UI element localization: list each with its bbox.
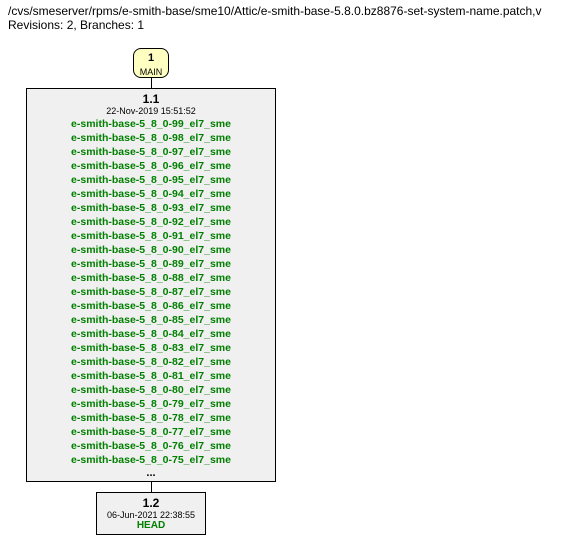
revision-number: 1.1 [29,92,273,106]
tag-entry: e-smith-base-5_8_0-89_el7_sme [29,257,273,271]
tag-entry: e-smith-base-5_8_0-96_el7_sme [29,159,273,173]
tag-entry: e-smith-base-5_8_0-87_el7_sme [29,285,273,299]
tag-entry: e-smith-base-5_8_0-80_el7_sme [29,383,273,397]
tags-ellipsis: ... [29,467,273,479]
branch-number: 1 [134,51,168,65]
tag-entry: e-smith-base-5_8_0-84_el7_sme [29,327,273,341]
tag-entry: e-smith-base-5_8_0-93_el7_sme [29,201,273,215]
tag-entry: e-smith-base-5_8_0-78_el7_sme [29,411,273,425]
tag-entry: e-smith-base-5_8_0-97_el7_sme [29,145,273,159]
revision-date: 22-Nov-2019 15:51:52 [29,106,273,116]
branch-label: MAIN [134,65,168,79]
revision-graph: 1 MAIN 1.1 22-Nov-2019 15:51:52 e-smith-… [8,42,568,532]
tag-entry: e-smith-base-5_8_0-86_el7_sme [29,299,273,313]
tag-entry: e-smith-base-5_8_0-83_el7_sme [29,341,273,355]
tag-entry: e-smith-base-5_8_0-92_el7_sme [29,215,273,229]
tag-entry: e-smith-base-5_8_0-90_el7_sme [29,243,273,257]
revision-box-1-1[interactable]: 1.1 22-Nov-2019 15:51:52 e-smith-base-5_… [26,88,276,482]
tag-entry: e-smith-base-5_8_0-81_el7_sme [29,369,273,383]
revision-number: 1.2 [99,496,203,510]
header-revisions: Revisions: 2, Branches: 1 [8,18,584,32]
tag-entry: e-smith-base-5_8_0-79_el7_sme [29,397,273,411]
tag-entry: e-smith-base-5_8_0-76_el7_sme [29,439,273,453]
connector-line [151,78,152,88]
tag-list: e-smith-base-5_8_0-99_el7_smee-smith-bas… [29,117,273,467]
tag-entry: e-smith-base-5_8_0-77_el7_sme [29,425,273,439]
tag-entry: e-smith-base-5_8_0-94_el7_sme [29,187,273,201]
tag-entry: e-smith-base-5_8_0-85_el7_sme [29,313,273,327]
revision-box-1-2[interactable]: 1.2 06-Jun-2021 22:38:55 HEAD [96,492,206,535]
head-label: HEAD [99,520,203,531]
branch-box-main[interactable]: 1 MAIN [133,48,169,78]
revision-date: 06-Jun-2021 22:38:55 [99,510,203,520]
tag-entry: e-smith-base-5_8_0-82_el7_sme [29,355,273,369]
tag-entry: e-smith-base-5_8_0-98_el7_sme [29,131,273,145]
tag-entry: e-smith-base-5_8_0-88_el7_sme [29,271,273,285]
tag-entry: e-smith-base-5_8_0-99_el7_sme [29,117,273,131]
connector-line [151,482,152,492]
tag-entry: e-smith-base-5_8_0-95_el7_sme [29,173,273,187]
header-path: /cvs/smeserver/rpms/e-smith-base/sme10/A… [8,4,584,18]
tag-entry: e-smith-base-5_8_0-91_el7_sme [29,229,273,243]
tag-entry: e-smith-base-5_8_0-75_el7_sme [29,453,273,467]
